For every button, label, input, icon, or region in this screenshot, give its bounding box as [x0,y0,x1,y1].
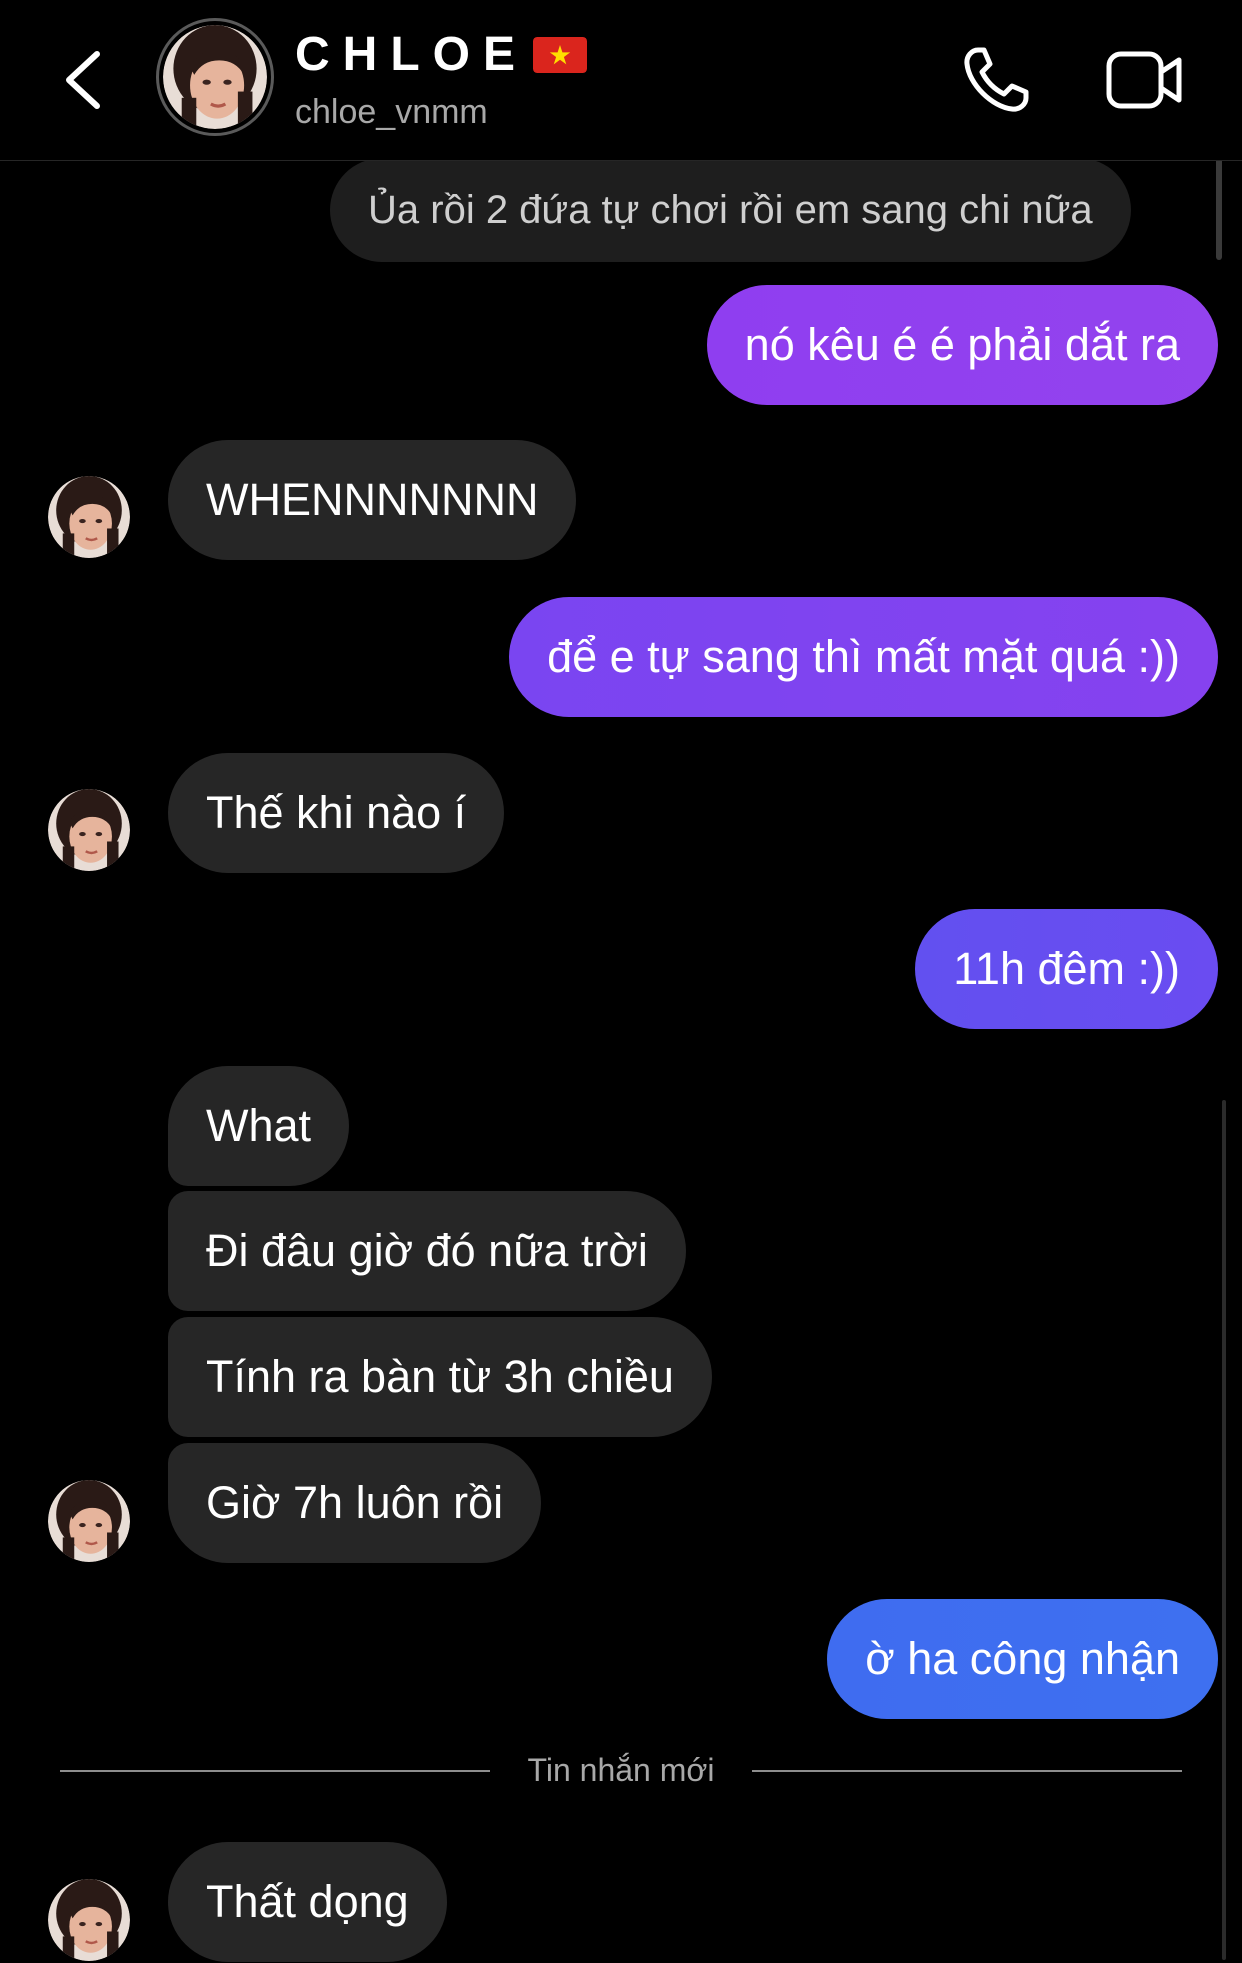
profile-avatar[interactable] [156,18,274,136]
divider-line-right [752,1770,1182,1772]
message-bubble-incoming[interactable]: Đi đâu giờ đó nữa trời [168,1191,686,1311]
contact-name[interactable]: CHLOE [295,25,528,85]
contact-avatar[interactable] [48,1879,130,1961]
message-bubble-outgoing[interactable]: ờ ha công nhận [827,1599,1218,1719]
video-call-button[interactable] [1105,44,1185,116]
message-thread[interactable]: Ủa rồi 2 đứa tự chơi rồi em sang chi nữa… [0,0,1242,1963]
avatar [163,25,267,129]
message-bubble-outgoing[interactable]: 11h đêm :)) [915,909,1218,1029]
phone-icon [964,47,1029,112]
contact-avatar[interactable] [48,476,130,558]
message-bubble-outgoing[interactable]: để e tự sang thì mất mặt quá :)) [509,597,1218,717]
message-bubble-outgoing-reply[interactable]: Ủa rồi 2 đứa tự chơi rồi em sang chi nữa [330,158,1131,262]
message-bubble-incoming[interactable]: Giờ 7h luôn rồi [168,1443,542,1563]
contact-username[interactable]: chloe_vnmm [295,92,488,132]
message-bubble-incoming[interactable]: What [168,1066,350,1186]
vietnam-flag-icon [533,37,587,73]
message-bubble-outgoing[interactable]: nó kêu é é phải dắt ra [706,285,1218,405]
new-messages-divider: Tin nhắn mới [527,1752,715,1788]
video-camera-icon [1106,51,1182,109]
divider-line-left [60,1770,490,1772]
chevron-left-icon [66,51,100,109]
message-bubble-incoming[interactable]: Thế khi nào í [168,753,505,873]
call-button[interactable] [960,44,1032,116]
scrollbar-bottom[interactable] [1222,1100,1226,1960]
message-bubble-incoming[interactable]: Thất dọng [168,1842,447,1962]
contact-avatar[interactable] [48,789,130,871]
back-button[interactable] [55,40,115,120]
scrollbar-top[interactable] [1216,158,1222,260]
message-bubble-incoming[interactable]: Tính ra bàn từ 3h chiều [168,1317,712,1437]
chat-header: CHLOE chloe_vnmm [0,0,1242,161]
contact-avatar[interactable] [48,1480,130,1562]
message-bubble-incoming[interactable]: WHENNNNNNN [168,440,577,560]
